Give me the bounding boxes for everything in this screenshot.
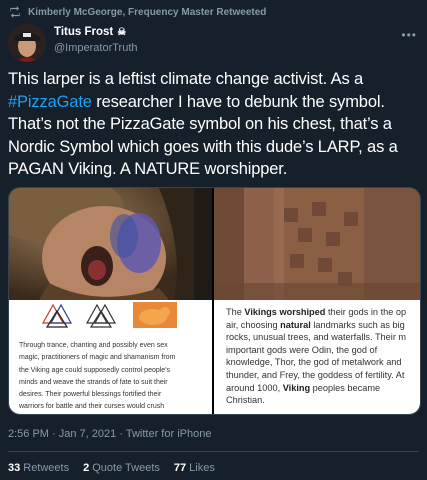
likes-label: Likes bbox=[189, 462, 215, 474]
text-line: desires. Their powerful blessings fortif… bbox=[19, 391, 162, 399]
quote-tweets-stat[interactable]: 2 Quote Tweets bbox=[83, 462, 160, 474]
quote-tweets-count: 2 bbox=[83, 462, 90, 474]
shaman-photo bbox=[9, 188, 212, 300]
likes-stat[interactable]: 77 Likes bbox=[174, 462, 215, 474]
tweet-date[interactable]: Jan 7, 2021 bbox=[59, 428, 117, 440]
retweet-header[interactable]: Kimberly McGeorge, Frequency Master Retw… bbox=[8, 3, 266, 21]
text-line: magic, practitioners of magic and shaman… bbox=[19, 354, 176, 362]
valknut-symbols bbox=[41, 302, 177, 328]
text-line: knowledge, Thor, the god of metalwork an… bbox=[226, 357, 402, 368]
media-image-right[interactable]: The Vikings worshiped their gods in the … bbox=[214, 188, 420, 414]
viking-magic-text: Through trance, chanting and possibly ev… bbox=[19, 340, 207, 414]
divider bbox=[8, 451, 419, 452]
retweets-stat[interactable]: 33 Retweets bbox=[8, 462, 69, 474]
retweet-icon bbox=[10, 6, 20, 18]
text-line: Christian. bbox=[226, 395, 265, 406]
tweet-text: This larper is a leftist climate change … bbox=[8, 68, 422, 181]
tweet-text-part: This larper is a leftist climate change … bbox=[8, 70, 364, 88]
tweet-time[interactable]: 2:56 PM bbox=[8, 428, 49, 440]
text-line: The Vikings worshiped their gods in the … bbox=[226, 306, 420, 319]
text-span-bold: Viking bbox=[282, 382, 311, 393]
chest-tattoo-photo bbox=[214, 188, 420, 300]
media-image-left[interactable]: Through trance, chanting and possibly ev… bbox=[9, 188, 212, 414]
text-span: around 1000, bbox=[226, 382, 283, 393]
text-line: the Viking age could supposedly control … bbox=[19, 366, 171, 374]
more-options-icon[interactable]: ••• bbox=[401, 28, 417, 42]
text-span: their gods in the op bbox=[325, 307, 407, 317]
display-name-text: Titus Frost bbox=[54, 26, 114, 38]
hashtag-link[interactable]: #PizzaGate bbox=[8, 93, 92, 111]
text-span-bold: natural bbox=[280, 319, 311, 330]
display-name[interactable]: Titus Frost ☠ bbox=[54, 26, 138, 38]
text-line: important gods were Odin, the god of bbox=[226, 344, 378, 355]
meta-separator: · bbox=[119, 428, 123, 440]
text-card-right: The Vikings worshiped their gods in the … bbox=[214, 300, 420, 414]
likes-count: 77 bbox=[173, 462, 187, 474]
text-span: air, choosing bbox=[226, 319, 281, 330]
text-line: air, choosing natural landmarks such as … bbox=[226, 319, 420, 332]
text-line: thunder, and Frey, the goddess of fertil… bbox=[226, 369, 405, 380]
text-card-left: Through trance, chanting and possibly ev… bbox=[9, 300, 212, 414]
avatar[interactable] bbox=[8, 24, 46, 62]
quote-tweets-label: Quote Tweets bbox=[92, 462, 160, 474]
meta-separator: · bbox=[52, 428, 56, 440]
tweet-source[interactable]: Twitter for iPhone bbox=[126, 428, 212, 440]
text-span-bold: Vikings worshiped bbox=[244, 307, 326, 317]
text-span: landmarks such as big bbox=[310, 319, 405, 330]
user-handle[interactable]: @ImperatorTruth bbox=[54, 42, 138, 54]
text-line: rocks, unusual trees, and waterfalls. Th… bbox=[226, 332, 407, 343]
text-span: The bbox=[226, 307, 245, 317]
retweets-label: Retweets bbox=[23, 462, 70, 474]
retweet-text: Kimberly McGeorge, Frequency Master Retw… bbox=[28, 6, 267, 18]
media-container[interactable]: Through trance, chanting and possibly ev… bbox=[8, 187, 421, 415]
text-line: around 1000, Viking peoples became bbox=[226, 382, 420, 395]
retweets-count: 33 bbox=[8, 462, 21, 474]
text-line: warriors for battle and their curses wou… bbox=[19, 403, 165, 411]
text-line: minds and weave the strands of fate to s… bbox=[19, 378, 168, 386]
skull-crossbones-icon: ☠ bbox=[117, 26, 127, 38]
viking-worship-text: The Vikings worshiped their gods in the … bbox=[226, 306, 420, 407]
tweet-meta: 2:56 PM · Jan 7, 2021 · Twitter for iPho… bbox=[8, 428, 211, 440]
author-row: Titus Frost ☠ @ImperatorTruth ••• bbox=[8, 24, 419, 64]
engagement-stats: 33 Retweets 2 Quote Tweets 77 Likes bbox=[8, 462, 215, 474]
text-span: peoples became bbox=[310, 382, 381, 393]
text-line: Through trance, chanting and possibly ev… bbox=[19, 342, 168, 349]
